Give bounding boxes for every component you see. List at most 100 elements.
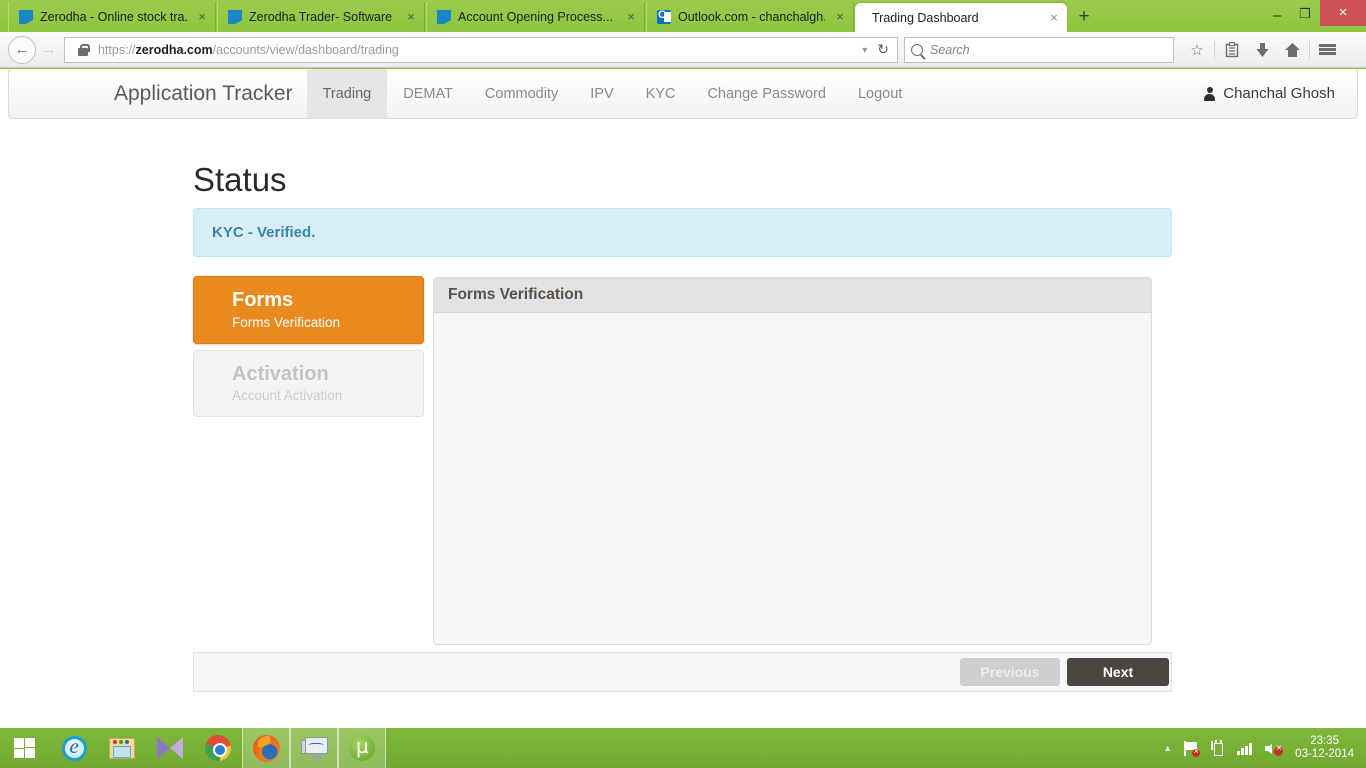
clock[interactable]: 23:35 03-12-2014 (1295, 735, 1354, 761)
search-input[interactable]: Search (904, 36, 1174, 63)
chevron-down-icon[interactable]: ▼ (860, 45, 869, 55)
home-glyph (1284, 42, 1300, 57)
folder-dot (119, 739, 123, 744)
action-center-flag-icon[interactable] (1184, 740, 1201, 757)
monitor-stand (312, 755, 322, 759)
tab-strip: Zerodha - Online stock tra... × Zerodha … (0, 0, 1366, 32)
zerodha-favicon-icon (437, 10, 451, 24)
browser-tab[interactable]: Account Opening Process... × (426, 2, 645, 32)
taskbar-media-player[interactable] (146, 728, 194, 768)
tab-close-icon[interactable]: × (1047, 10, 1061, 25)
steps-list: Forms Forms Verification Activation Acco… (193, 276, 424, 423)
volume-muted-icon[interactable] (1265, 741, 1284, 756)
home-icon[interactable] (1277, 36, 1307, 64)
next-button[interactable]: Next (1067, 658, 1169, 686)
windows-tile (14, 748, 24, 758)
clock-date: 03-12-2014 (1295, 748, 1354, 760)
previous-button[interactable]: Previous (960, 658, 1060, 686)
step-item-forms[interactable]: Forms Forms Verification (193, 276, 424, 344)
nav-item-demat[interactable]: DEMAT (387, 69, 469, 118)
tab-title: Trading Dashboard (872, 10, 979, 25)
app-brand[interactable]: Application Tracker (114, 69, 307, 118)
taskbar-system-monitor[interactable] (290, 728, 338, 768)
utorrent-icon (349, 734, 375, 761)
tab-title: Zerodha Trader- Software ... (249, 10, 396, 24)
address-bar[interactable]: https://zerodha.com/accounts/view/dashbo… (64, 36, 898, 63)
window-minimize-button[interactable]: – (1264, 0, 1290, 26)
status-alert-text: KYC - Verified. (212, 224, 316, 241)
signal-bar (1245, 745, 1248, 755)
tab-title: Outlook.com - chanchalgh... (678, 10, 825, 24)
tab-close-icon[interactable]: × (195, 10, 209, 24)
folder-dot (113, 739, 117, 744)
mute-badge (1274, 743, 1284, 756)
nav-item-commodity[interactable]: Commodity (469, 69, 574, 118)
user-name-label: Chanchal Ghosh (1223, 85, 1335, 102)
folder-window (113, 745, 131, 758)
usb-device-icon[interactable] (1211, 740, 1225, 756)
status-alert: KYC - Verified. (193, 208, 1172, 257)
taskbar-internet-explorer[interactable] (50, 728, 98, 768)
tab-close-icon[interactable]: × (833, 10, 847, 24)
taskbar-utorrent[interactable] (338, 728, 386, 768)
file-explorer-icon (109, 737, 135, 759)
bookmark-star-icon[interactable]: ☆ (1182, 36, 1212, 64)
play-triangle-right (170, 737, 183, 759)
usb-fork (1211, 741, 1214, 750)
windows-tile (14, 738, 24, 748)
browser-window: Zerodha - Online stock tra... × Zerodha … (0, 0, 1366, 728)
tray-expand-icon[interactable]: ▲ (1163, 743, 1172, 753)
hamburger-menu-icon[interactable] (1312, 36, 1342, 64)
usb-body (1214, 743, 1224, 756)
system-monitor-icon (300, 737, 328, 759)
speaker-glyph (1265, 741, 1284, 756)
browser-tab-active[interactable]: Trading Dashboard × (855, 3, 1067, 32)
downloads-icon[interactable] (1247, 36, 1277, 64)
network-signal-icon[interactable] (1237, 742, 1253, 755)
taskbar-file-explorer[interactable] (98, 728, 146, 768)
user-avatar-icon (1204, 86, 1216, 101)
browser-tab[interactable]: Zerodha Trader- Software ... × (217, 2, 425, 32)
google-chrome-icon (205, 735, 231, 761)
zerodha-favicon-icon (228, 10, 242, 24)
browser-tab[interactable]: Zerodha - Online stock tra... × (8, 2, 216, 32)
outlook-favicon-icon (657, 9, 671, 24)
speaker-cone (1265, 743, 1273, 754)
forward-button[interactable]: → (36, 36, 62, 64)
app-navbar: Application Tracker Trading DEMAT Commod… (8, 69, 1358, 119)
toolbar-divider (1214, 40, 1215, 59)
nav-item-change-password[interactable]: Change Password (691, 69, 842, 118)
back-button[interactable]: ← (8, 35, 36, 64)
taskbar: ▲ (0, 728, 1366, 768)
nav-item-ipv[interactable]: IPV (574, 69, 629, 118)
reload-icon[interactable]: ↻ (877, 41, 889, 58)
step-subtitle: Forms Verification (232, 314, 341, 330)
start-button[interactable] (0, 728, 50, 768)
url-text: https://zerodha.com/accounts/view/dashbo… (98, 43, 852, 57)
hamburger-bar (1318, 44, 1336, 47)
user-menu[interactable]: Chanchal Ghosh (1204, 69, 1335, 118)
window-close-button[interactable]: × (1320, 0, 1366, 26)
monitor-graph-line (307, 743, 324, 749)
tab-close-icon[interactable]: × (404, 10, 418, 24)
nav-item-kyc[interactable]: KYC (630, 69, 692, 118)
system-tray: ▲ × × 23:35 03-12-2014 (1153, 728, 1366, 768)
toolbar-divider-2 (1309, 40, 1310, 59)
page-viewport: Application Tracker Trading DEMAT Commod… (0, 69, 1366, 728)
tab-close-icon[interactable]: × (624, 10, 638, 24)
nav-item-trading[interactable]: Trading (306, 69, 388, 118)
hamburger-bar (1318, 48, 1336, 51)
page-title: Status (193, 161, 287, 198)
taskbar-google-chrome[interactable] (194, 728, 242, 768)
tab-title: Zerodha - Online stock tra... (40, 10, 187, 24)
new-tab-button[interactable]: + (1072, 6, 1096, 28)
browser-tab[interactable]: Outlook.com - chanchalgh... × (646, 2, 854, 32)
nav-item-logout[interactable]: Logout (842, 69, 918, 118)
zerodha-favicon-icon (19, 10, 33, 24)
step-title: Forms (232, 289, 294, 311)
tab-title: Account Opening Process... (458, 10, 613, 24)
reader-list-icon[interactable] (1217, 36, 1247, 64)
taskbar-mozilla-firefox[interactable] (242, 728, 290, 768)
search-icon (911, 43, 923, 56)
window-maximize-button[interactable]: ❐ (1292, 0, 1318, 26)
